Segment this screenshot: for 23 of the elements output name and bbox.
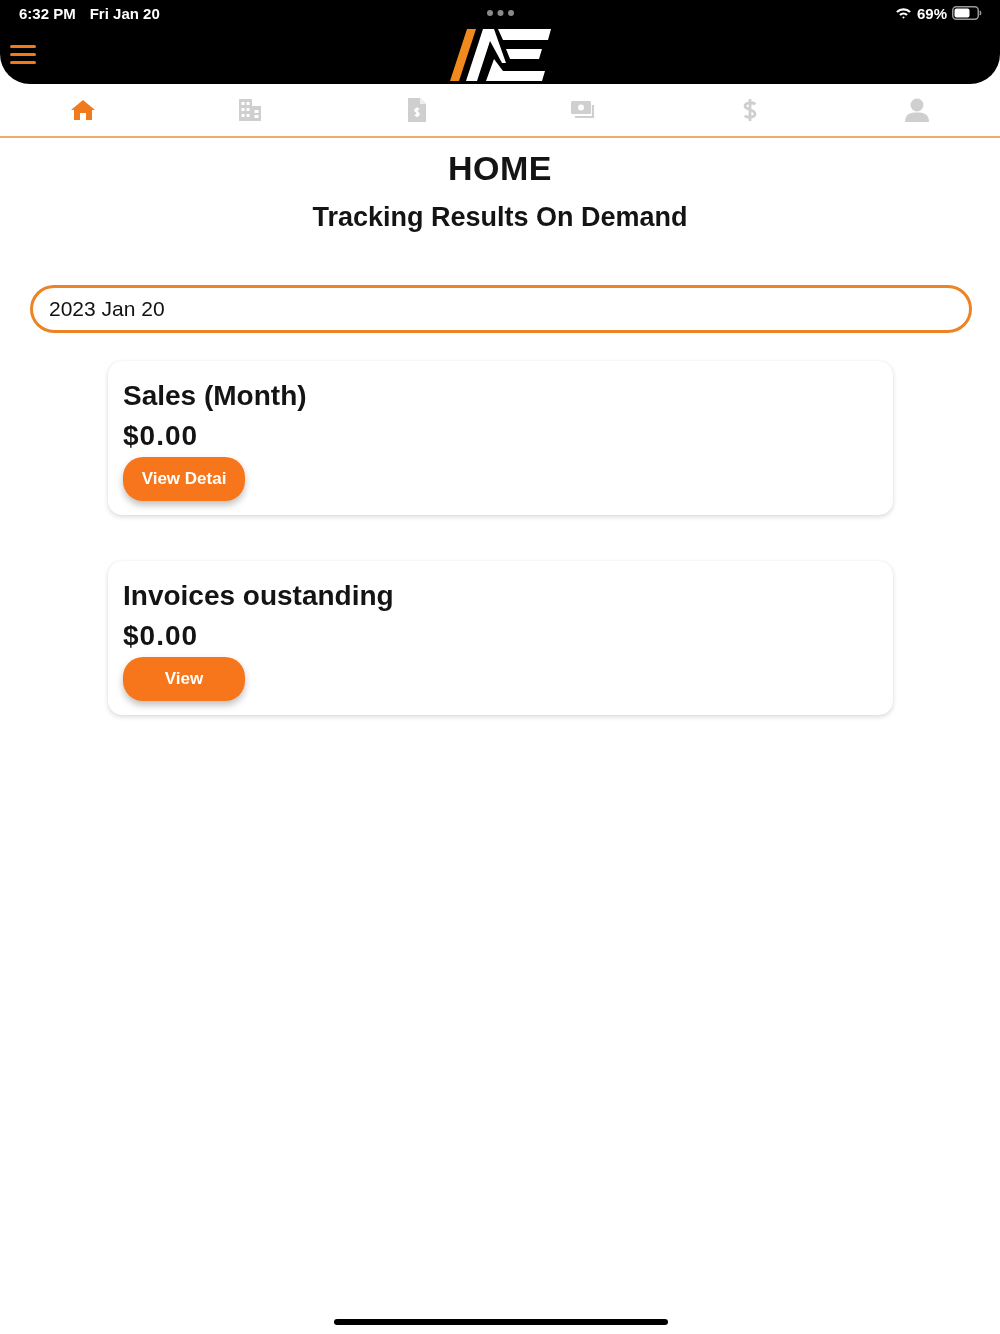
wifi-icon <box>894 7 912 19</box>
card-amount: $0.00 <box>123 619 199 653</box>
view-button[interactable]: View <box>123 657 245 701</box>
page-title: HOME <box>447 148 553 188</box>
cash-icon <box>571 101 596 119</box>
more-dots-icon[interactable] <box>487 10 514 16</box>
date-field[interactable]: 2023 Jan 20 <box>30 285 972 333</box>
home-icon <box>71 100 96 120</box>
building-icon <box>239 99 261 121</box>
view-button[interactable]: View Detai <box>123 457 245 501</box>
status-time: 6:32 PM <box>19 4 76 22</box>
menu-button[interactable] <box>10 45 36 64</box>
status-date: Fri Jan 20 <box>89 4 160 22</box>
card-amount: $0.00 <box>123 419 199 453</box>
dollar-icon <box>743 98 757 122</box>
card-title: Invoices oustanding <box>123 579 394 613</box>
logo-icon <box>450 27 551 83</box>
person-icon <box>904 98 929 122</box>
page-subtitle: Tracking Results On Demand <box>311 201 689 234</box>
invoice-icon <box>407 98 426 122</box>
card-title: Sales (Month) <box>123 379 307 413</box>
battery-percent: 69% <box>916 4 947 22</box>
battery-icon <box>952 6 982 20</box>
